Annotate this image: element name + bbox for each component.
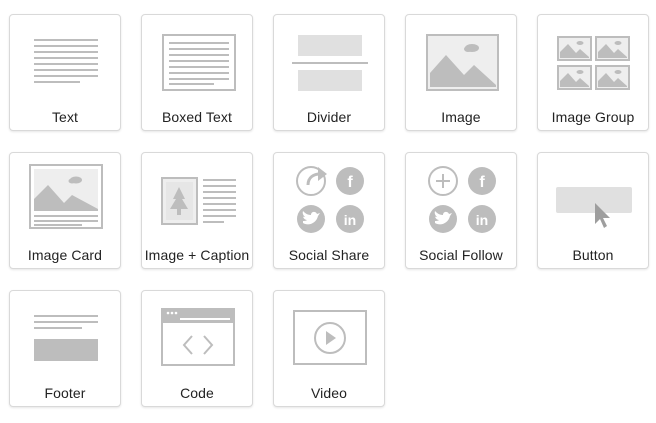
block-text[interactable]: Text [9, 14, 121, 131]
block-label: Footer [44, 385, 86, 401]
content-blocks-grid: Text Boxed Text Divider Image Image Grou… [0, 0, 656, 423]
block-video[interactable]: Video [273, 290, 385, 407]
image-group-icon [538, 15, 650, 101]
block-label: Image Card [27, 247, 103, 263]
footer-icon [10, 291, 122, 377]
image-icon [406, 15, 518, 101]
block-label: Boxed Text [161, 109, 232, 125]
image-card-icon [10, 153, 122, 239]
block-boxed-text[interactable]: Boxed Text [141, 14, 253, 131]
svg-text:f: f [479, 174, 485, 191]
divider-icon [274, 15, 386, 101]
button-cursor-icon [538, 153, 650, 239]
block-label: Text [51, 109, 79, 125]
text-lines-icon [10, 15, 122, 101]
block-label: Code [180, 385, 214, 401]
block-social-follow[interactable]: f in Social Follow [405, 152, 517, 269]
svg-text:in: in [344, 212, 356, 228]
block-label: Image [441, 109, 481, 125]
block-image-card[interactable]: Image Card [9, 152, 121, 269]
social-follow-icon: f in [406, 153, 518, 239]
block-label: Video [310, 385, 348, 401]
block-image[interactable]: Image [405, 14, 517, 131]
block-label: Image + Caption [144, 247, 250, 263]
block-label: Divider [306, 109, 352, 125]
image-caption-icon [142, 153, 254, 239]
block-divider[interactable]: Divider [273, 14, 385, 131]
block-code[interactable]: Code [141, 290, 253, 407]
block-label: Social Share [288, 247, 370, 263]
block-image-caption[interactable]: Image + Caption [141, 152, 253, 269]
block-label: Button [572, 247, 614, 263]
svg-text:in: in [476, 212, 488, 228]
svg-text:f: f [347, 174, 353, 191]
block-label: Image Group [551, 109, 635, 125]
code-window-icon [142, 291, 254, 377]
block-label: Social Follow [419, 247, 503, 263]
block-social-share[interactable]: f in Social Share [273, 152, 385, 269]
social-share-icon: f in [274, 153, 386, 239]
block-footer[interactable]: Footer [9, 290, 121, 407]
video-play-icon [274, 291, 386, 377]
block-button[interactable]: Button [537, 152, 649, 269]
boxed-text-icon [142, 15, 254, 101]
block-image-group[interactable]: Image Group [537, 14, 649, 131]
